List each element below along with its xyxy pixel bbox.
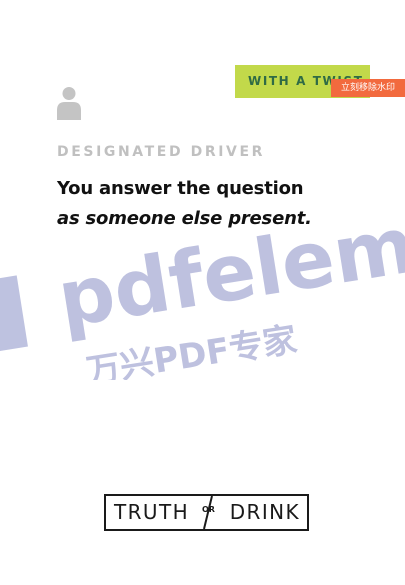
logo-or: OR [202,505,215,514]
card-prompt-line-1: You answer the question [57,178,304,199]
card-category: DESIGNATED DRIVER [57,144,266,160]
logo-truth: TRUTH [114,500,190,524]
truth-or-drink-logo: TRUTH OR DRINK [104,494,309,531]
card-prompt-line-2: as someone else present. [57,208,312,229]
logo-drink: DRINK [229,500,300,524]
remove-watermark-button[interactable]: 立刻移除水印 [331,79,405,97]
pdfelement-watermark: pdfeleme 万兴PDF专家 [0,205,405,380]
person-icon [57,87,81,120]
watermark-cn-text: 万兴PDF专家 [84,320,300,380]
